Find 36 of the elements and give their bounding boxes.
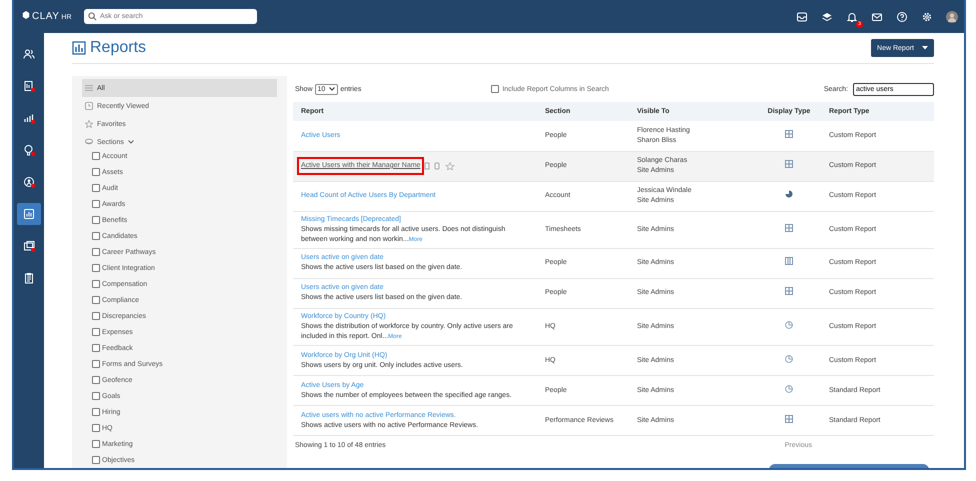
pie-chart-icon	[785, 190, 793, 198]
avatar-circle[interactable]	[946, 10, 958, 22]
chevron-icon	[128, 140, 134, 144]
bell-icon[interactable]	[846, 10, 858, 22]
logo-text: CLAY	[32, 11, 60, 22]
chevron-icon	[329, 87, 336, 91]
help-icon[interactable]	[896, 10, 908, 22]
layers-icon[interactable]	[821, 10, 833, 22]
grid-icon	[785, 160, 793, 168]
grid-icon	[785, 224, 793, 232]
grid-icon	[785, 130, 793, 138]
doc-icon	[23, 80, 35, 92]
columns-icon	[785, 257, 793, 266]
list-icon	[85, 84, 93, 92]
clock-icon	[85, 102, 93, 110]
people-icon	[23, 48, 35, 60]
clipboard-icon	[23, 272, 35, 284]
page-title: Reports	[90, 39, 146, 57]
mail-icon[interactable]	[871, 10, 883, 22]
settings-icon[interactable]	[921, 10, 933, 22]
grid-icon	[785, 414, 793, 423]
report-chart-icon	[72, 41, 86, 55]
bulb-icon	[23, 144, 35, 156]
pie-outline-icon	[785, 384, 793, 393]
person-icon	[23, 176, 35, 188]
star-icon	[85, 120, 93, 128]
pie-outline-icon	[785, 321, 793, 330]
logo-icon	[22, 11, 30, 19]
sidebar-item[interactable]	[17, 203, 41, 225]
inbox-icon[interactable]	[796, 10, 808, 22]
growth-icon	[23, 112, 35, 124]
search-icon	[88, 12, 97, 21]
caret-icon	[922, 46, 928, 50]
grid-icon	[785, 287, 793, 296]
pie-outline-icon	[785, 354, 793, 363]
chart-icon	[23, 208, 35, 220]
